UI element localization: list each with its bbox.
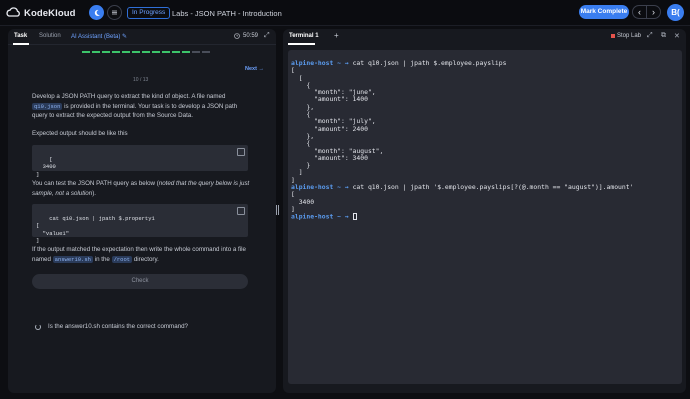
progress-dash <box>82 51 90 53</box>
terminal-line: }, <box>291 132 679 140</box>
task-tabs: Task Solution AI Assistant (Beta) ✎ 50:5… <box>8 29 276 45</box>
progress-dash <box>142 51 150 53</box>
stop-lab-button[interactable]: Stop Lab <box>611 33 641 39</box>
status-badge: In Progress <box>127 7 171 19</box>
terminal-line: alpine-host ~ → <box>291 213 679 220</box>
task-description: Develop a JSON PATH query to extract the… <box>32 92 252 121</box>
root-dir-code: /root <box>111 255 133 263</box>
final-text-3: directory. <box>133 255 159 263</box>
check-item: Is the answer10.sh contains the correct … <box>35 323 188 330</box>
progress-dash <box>182 51 190 53</box>
terminal-line: [ <box>291 67 679 74</box>
terminal-line: } <box>291 162 679 169</box>
expand-icon[interactable]: ⤢ <box>264 32 270 40</box>
final-text-2: in the <box>94 255 110 263</box>
terminal-line: "amount": 1400 <box>291 96 679 103</box>
stop-icon <box>611 34 615 38</box>
terminal-line: "amount": 3400 <box>291 154 679 162</box>
file-name-code: q10.json <box>32 102 63 110</box>
answer-file-code: answer10.sh <box>52 255 93 263</box>
desc-text-2: is provided in the terminal. Your task i… <box>32 102 238 120</box>
close-icon[interactable]: ✕ <box>674 32 680 40</box>
previous-lab-button[interactable]: ‹ <box>633 6 646 18</box>
terminal-panel: Terminal 1 + Stop Lab ⤢ ⧉ ✕ alpine-host … <box>283 29 686 393</box>
terminal-line: }, <box>291 103 679 111</box>
active-tab-indicator <box>288 43 315 45</box>
logo-text: KodeKloud <box>24 7 76 19</box>
panel-resize-handle[interactable] <box>276 205 280 215</box>
moon-icon <box>94 9 100 16</box>
active-tab-indicator <box>13 43 29 45</box>
tab-task[interactable]: Task <box>14 33 27 39</box>
terminal-line: "amount": 2400 <box>291 125 679 133</box>
copy-icon[interactable] <box>237 207 245 215</box>
loading-spinner-icon <box>35 323 41 330</box>
lab-timer: 50:59 <box>234 33 258 39</box>
terminal-line: alpine-host ~ → cat q10.json | jpath '$.… <box>291 183 679 192</box>
cloud-logo-icon <box>6 7 20 17</box>
avatar[interactable]: B( <box>667 4 684 21</box>
test-text-2: ). <box>92 189 96 197</box>
terminal-line: ] <box>291 169 679 176</box>
task-panel: Task Solution AI Assistant (Beta) ✎ 50:5… <box>8 29 276 393</box>
check-button[interactable]: Check <box>32 274 248 289</box>
terminal-cursor <box>352 213 357 221</box>
terminal-line: [ <box>291 74 679 82</box>
ai-assistant-label: AI Assistant (Beta) <box>71 34 121 40</box>
terminal-text: cat q10.json | jpath '$.employee.payslip… <box>348 183 634 192</box>
tab-ai-assistant[interactable]: AI Assistant (Beta) ✎ <box>71 33 127 40</box>
expected-output-codeblock: [ 3400 ] <box>32 145 248 178</box>
kodekloud-logo[interactable]: KodeKloud <box>6 7 76 19</box>
expand-icon[interactable]: ⤢ <box>647 32 653 40</box>
terminal-text: ] <box>291 204 295 213</box>
terminal-line: alpine-host ~ → cat q10.json | jpath $.e… <box>291 59 679 67</box>
tab-terminal-1[interactable]: Terminal 1 <box>289 33 319 39</box>
progress-dash <box>132 51 140 53</box>
terminal-text: cat q10.json | jpath $.employee.payslips <box>348 59 507 67</box>
next-question-link[interactable]: Next → <box>245 66 264 72</box>
terminal-output[interactable]: alpine-host ~ → cat q10.json | jpath $.e… <box>288 50 682 384</box>
desc-text-1: Develop a JSON PATH query to extract the… <box>32 93 226 100</box>
stop-lab-label: Stop Lab <box>617 33 642 39</box>
question-counter: 10 / 13 <box>133 77 149 83</box>
copy-icon[interactable] <box>237 148 245 156</box>
sample-code: cat q10.json | jpath $.property1 [ "valu… <box>36 214 155 245</box>
add-terminal-icon[interactable]: + <box>334 31 339 40</box>
progress-dash <box>192 51 200 53</box>
progress-dash <box>92 51 100 53</box>
expected-output-label: Expected output should be like this <box>32 130 128 137</box>
lab-title: Labs - JSON PATH - Introduction <box>172 9 282 18</box>
next-lab-button[interactable]: › <box>646 6 660 18</box>
test-instructions: You can test the JSON PATH query as belo… <box>32 179 252 198</box>
test-text-1: You can test the JSON PATH query as belo… <box>32 180 159 187</box>
progress-dash <box>202 51 210 53</box>
progress-dash <box>112 51 120 53</box>
check-item-label: Is the answer10.sh contains the correct … <box>48 323 188 330</box>
progress-dash <box>122 51 130 53</box>
progress-dash <box>162 51 170 53</box>
menu-button[interactable] <box>107 5 122 20</box>
sample-command-codeblock: cat q10.json | jpath $.property1 [ "valu… <box>32 204 248 244</box>
shell-prompt: alpine-host ~ → <box>291 59 349 67</box>
question-progress <box>82 51 210 53</box>
shell-prompt: alpine-host ~ → <box>291 212 349 221</box>
terminal-line: [ <box>291 191 679 198</box>
external-link-icon[interactable]: ⧉ <box>661 32 666 40</box>
progress-dash <box>152 51 160 53</box>
clock-icon <box>234 33 240 39</box>
lab-nav-arrows: ‹ › <box>632 5 661 19</box>
progress-dash <box>172 51 180 53</box>
tab-solution[interactable]: Solution <box>39 33 61 39</box>
expected-code: [ 3400 ] <box>36 155 56 178</box>
final-instructions: If the output matched the expectation th… <box>32 245 252 264</box>
mark-complete-button[interactable]: Mark Complete <box>579 5 629 19</box>
top-bar: KodeKloud In Progress Labs - JSON PATH -… <box>0 0 690 26</box>
shell-prompt: alpine-host ~ → <box>291 183 349 192</box>
timer-value: 50:59 <box>243 33 259 39</box>
menu-icon <box>112 10 117 15</box>
terminal-line: 3400 <box>291 198 679 206</box>
edit-icon: ✎ <box>122 34 128 40</box>
progress-dash <box>102 51 110 53</box>
theme-toggle-button[interactable] <box>89 5 104 20</box>
